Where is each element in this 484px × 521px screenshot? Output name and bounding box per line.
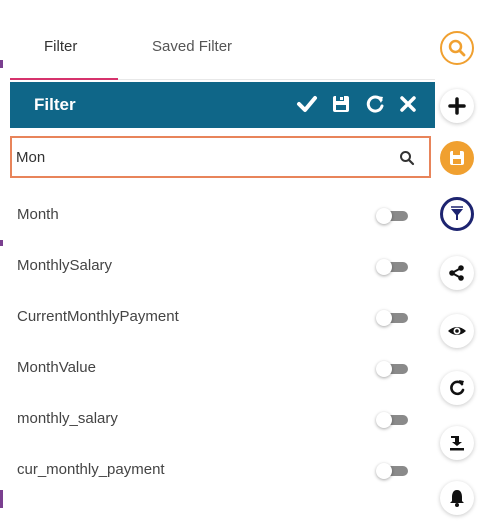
refresh-icon <box>450 380 465 396</box>
toolbar-save-button[interactable] <box>440 141 474 175</box>
field-label: MonthlySalary <box>17 257 113 274</box>
toolbar-search-button[interactable] <box>440 31 474 65</box>
toolbar-refresh-button[interactable] <box>440 371 474 405</box>
toolbar-export-button[interactable] <box>440 426 474 460</box>
field-toggle[interactable] <box>376 463 410 479</box>
active-tab-indicator <box>10 78 118 80</box>
save-icon[interactable] <box>330 93 352 115</box>
toolbar-notifications-button[interactable] <box>440 481 474 515</box>
toolbar-share-button[interactable] <box>440 256 474 290</box>
toggle-knob <box>376 361 392 377</box>
search-icon <box>448 39 466 57</box>
list-item: MonthValue <box>10 343 435 394</box>
filter-tabs: Filter Saved Filter <box>10 10 435 80</box>
field-toggle[interactable] <box>376 361 410 377</box>
share-icon <box>449 265 464 281</box>
field-label: monthly_salary <box>17 410 118 427</box>
filter-icon <box>451 206 463 220</box>
toggle-knob <box>376 463 392 479</box>
check-icon[interactable] <box>296 93 318 115</box>
toolbar-add-button[interactable] <box>440 89 474 123</box>
bell-icon <box>450 490 464 507</box>
list-item: Month <box>10 190 435 241</box>
tab-saved-filter[interactable]: Saved Filter <box>152 38 232 55</box>
search-icon[interactable] <box>399 150 415 166</box>
field-search-input[interactable] <box>16 146 386 168</box>
field-label: Month <box>17 206 59 223</box>
eye-icon <box>448 327 466 335</box>
plus-icon <box>448 97 466 115</box>
toggle-knob <box>376 310 392 326</box>
toggle-knob <box>376 259 392 275</box>
refresh-icon[interactable] <box>364 93 386 115</box>
field-label: CurrentMonthlyPayment <box>17 308 179 325</box>
list-item: monthly_salary <box>10 394 435 445</box>
toolbar-preview-button[interactable] <box>440 314 474 348</box>
toggle-knob <box>376 412 392 428</box>
field-toggle[interactable] <box>376 259 410 275</box>
field-toggle[interactable] <box>376 412 410 428</box>
filter-panel-header: Filter <box>10 82 435 128</box>
close-icon[interactable] <box>397 93 419 115</box>
tab-filter[interactable]: Filter <box>44 38 77 55</box>
list-item: MonthlySalary <box>10 241 435 292</box>
toolbar-filter-button[interactable] <box>440 197 474 231</box>
list-item: cur_monthly_payment <box>10 445 435 496</box>
edge-mark <box>0 490 3 508</box>
field-toggle[interactable] <box>376 208 410 224</box>
field-label: MonthValue <box>17 359 96 376</box>
filter-panel-title: Filter <box>34 95 76 114</box>
field-label: cur_monthly_payment <box>17 461 165 478</box>
save-icon <box>450 151 464 165</box>
edge-mark <box>0 240 3 246</box>
list-item: CurrentMonthlyPayment <box>10 292 435 343</box>
left-edge <box>0 0 10 521</box>
field-search-box <box>10 136 431 178</box>
field-list: Month MonthlySalary CurrentMonthlyPaymen… <box>10 190 435 496</box>
export-icon <box>450 436 464 451</box>
toggle-knob <box>376 208 392 224</box>
edge-mark <box>0 60 3 68</box>
field-toggle[interactable] <box>376 310 410 326</box>
